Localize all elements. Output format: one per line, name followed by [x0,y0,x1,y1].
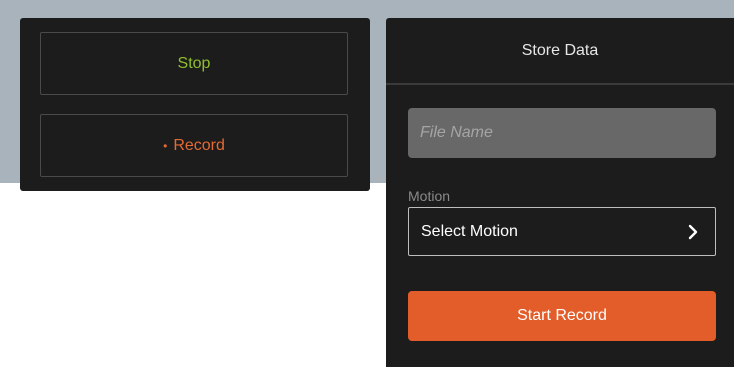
record-dot-icon: • [163,138,168,153]
record-label: Record [173,136,225,154]
start-record-button[interactable]: Start Record [408,291,716,341]
chevron-right-icon [688,224,698,239]
record-button[interactable]: • Record [40,114,348,177]
panel-title: Store Data [386,18,734,85]
store-data-panel: Store Data Motion Select Motion Start Re… [386,18,734,367]
start-record-label: Start Record [517,307,607,324]
file-name-input[interactable] [408,108,716,158]
stop-label: Stop [177,54,211,72]
recording-controls-panel: Stop • Record [20,18,370,191]
motion-select[interactable]: Select Motion [408,207,716,256]
motion-select-value: Select Motion [421,222,518,240]
motion-label: Motion [408,188,451,204]
stop-button[interactable]: Stop [40,32,348,95]
